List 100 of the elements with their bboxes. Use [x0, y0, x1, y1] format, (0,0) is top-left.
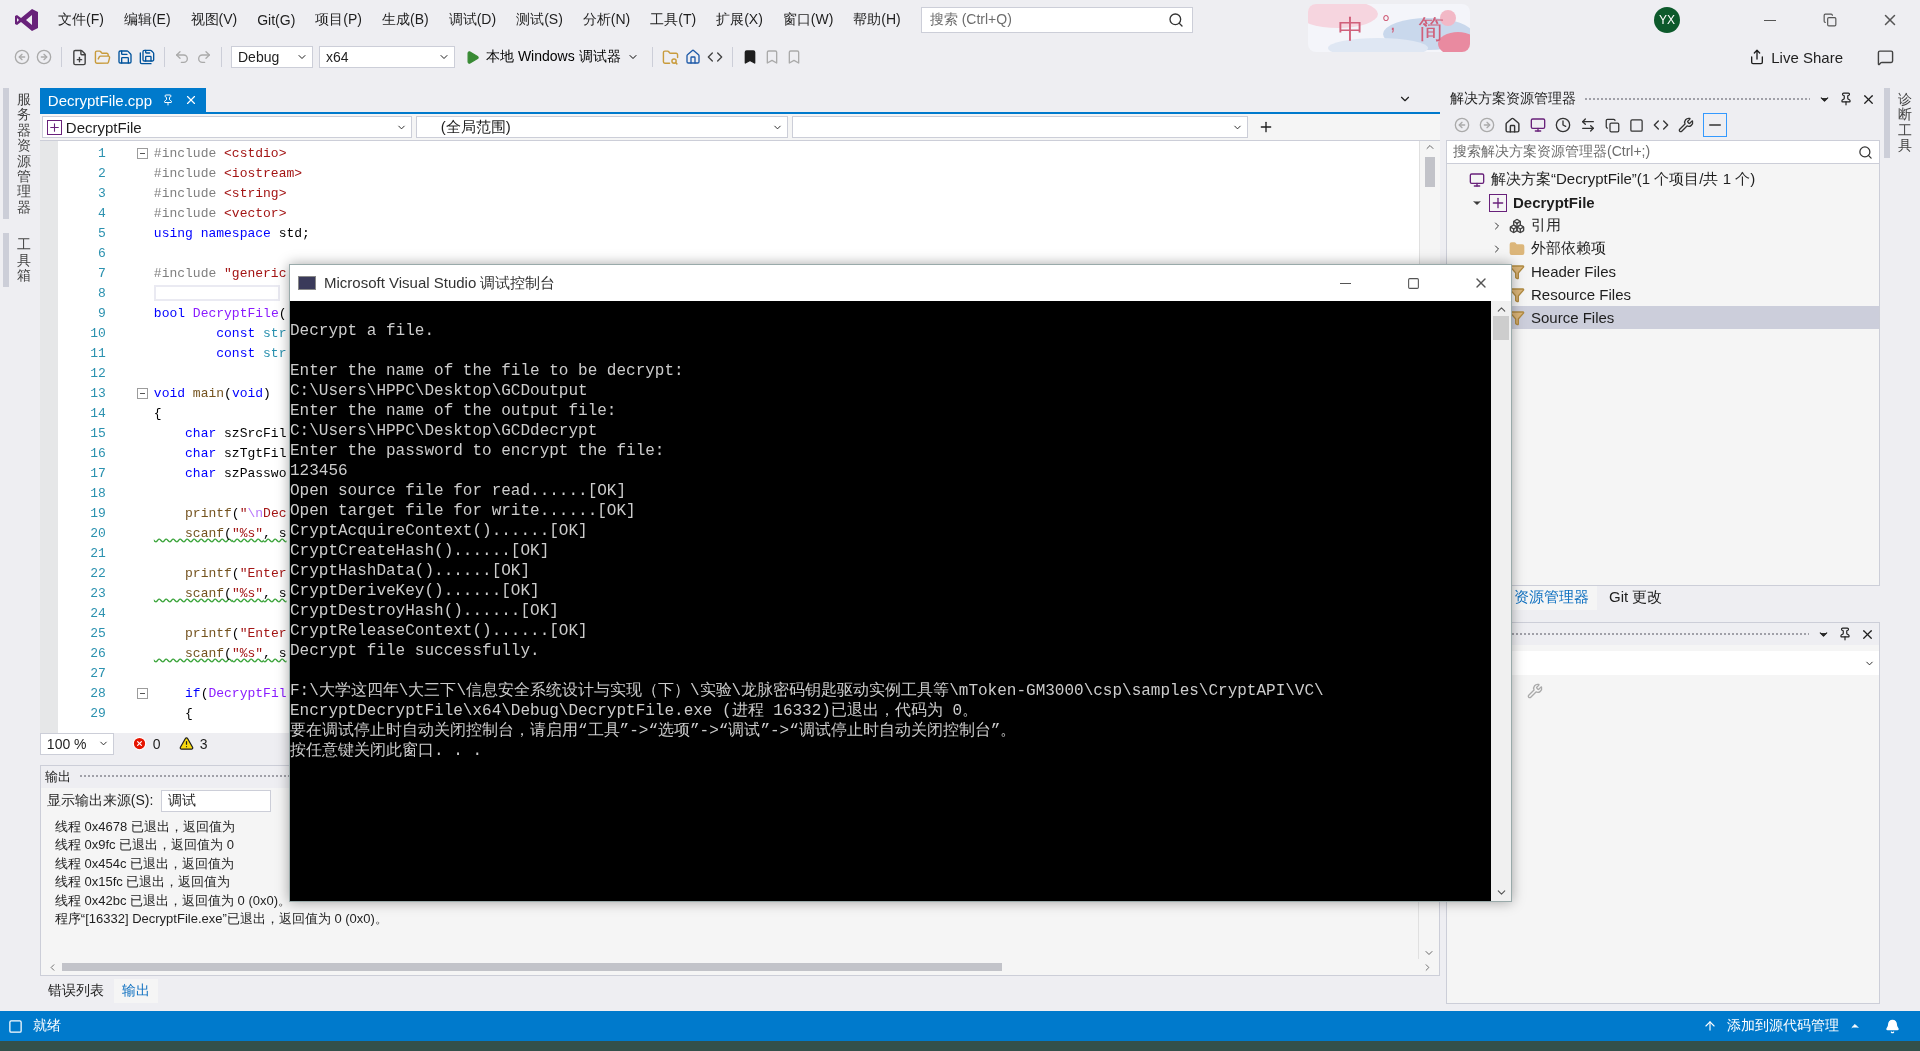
line-number: 9: [97, 305, 106, 321]
warning-count[interactable]: 3: [178, 735, 208, 752]
code-line: printf("Enter: [184, 565, 287, 581]
scroll-thumb[interactable]: [1425, 157, 1435, 187]
output-source-dropdown[interactable]: 调试: [161, 789, 272, 812]
code-line: #include "generic: [152, 265, 287, 281]
menu-item[interactable]: 项目(P): [305, 11, 372, 29]
tree-item[interactable]: 引用: [1447, 214, 1880, 237]
status-icon: [8, 1018, 23, 1034]
menu-item[interactable]: 编辑(E): [113, 11, 181, 29]
new-file-icon[interactable]: [71, 48, 88, 66]
console-line: CryptDestroyHash()......[OK]: [290, 601, 560, 621]
menu-item[interactable]: 生成(B): [372, 11, 439, 29]
warning-icon: [178, 736, 194, 752]
source-control-button[interactable]: 添加到源代码管理: [1727, 1017, 1839, 1035]
scroll-thumb[interactable]: [61, 963, 1002, 972]
line-number: 8: [97, 285, 106, 301]
menu-item[interactable]: 工具(T): [640, 11, 707, 29]
collapse-icon[interactable]: [136, 147, 148, 159]
console-line: C:\Users\HPPC\Desktop\GCDoutput: [290, 381, 589, 401]
menu-item[interactable]: 窗口(W): [772, 11, 844, 29]
scope-dropdown[interactable]: (全局范围): [415, 116, 788, 138]
code-line: if(DecryptFil: [184, 685, 287, 701]
preview-toggle-icon[interactable]: [1703, 113, 1727, 137]
platform-dropdown[interactable]: x64: [319, 46, 455, 68]
menu-item[interactable]: Git(G): [247, 12, 306, 28]
menu-item[interactable]: 调试(D): [438, 11, 507, 29]
home-icon[interactable]: [684, 49, 701, 65]
tree-item[interactable]: DecryptFile: [1447, 191, 1880, 214]
console-line: CryptReleaseContext()......[OK]: [290, 621, 589, 641]
console-line: Open source file for read......[OK]: [290, 481, 628, 501]
panel-tab[interactable]: Git 更改: [1601, 586, 1671, 610]
menu-item[interactable]: 测试(S): [506, 11, 573, 29]
tree-item[interactable]: 解决方案“DecryptFile”(1 个项目/共 1 个): [1447, 168, 1880, 191]
console-line: Open target file for write......[OK]: [290, 501, 637, 521]
save-all-icon[interactable]: [139, 49, 155, 65]
menu-item[interactable]: 扩展(X): [706, 11, 773, 29]
line-number: 7: [97, 265, 106, 281]
collapse-icon[interactable]: [136, 387, 148, 399]
history-icon[interactable]: [1555, 117, 1571, 133]
code-line: bool DecryptFile(: [152, 305, 287, 321]
tree-item[interactable]: 外部依赖项: [1447, 237, 1880, 260]
code-icon[interactable]: [706, 49, 723, 65]
code-line: #include <vector>: [152, 205, 287, 221]
collapse-icon[interactable]: [136, 687, 148, 699]
punctuation-mode-text: °,: [1382, 12, 1396, 35]
console-line: 按任意键关闭此窗口. . .: [290, 741, 483, 761]
filter-folder-icon: [1509, 263, 1525, 280]
zoom-dropdown[interactable]: 100 %: [39, 732, 114, 755]
sync-icon[interactable]: [1580, 117, 1596, 133]
code-line: const str: [215, 345, 287, 361]
output-line: 线程 0x9fc 已退出，返回值为 0: [54, 836, 235, 855]
collapse-all-icon[interactable]: [1605, 117, 1620, 133]
restore-icon: [1823, 13, 1837, 27]
search-field[interactable]: 搜索解决方案资源管理器(Ctrl+;): [1446, 140, 1881, 164]
account-avatar[interactable]: YX: [1654, 7, 1680, 33]
line-number: 21: [89, 545, 106, 561]
code-line: using namespace std;: [152, 225, 310, 241]
filter-folder-icon: [1509, 286, 1525, 303]
output-line: 线程 0x454c 已退出，返回值为: [54, 854, 235, 873]
tree-item[interactable]: Resource Files: [1447, 283, 1880, 306]
save-icon[interactable]: [117, 49, 133, 65]
notification-icon[interactable]: [1885, 1018, 1900, 1034]
line-number: 6: [97, 245, 106, 261]
pin-icon[interactable]: [1838, 627, 1853, 641]
code-line: {: [152, 405, 162, 421]
scroll-thumb[interactable]: [1493, 316, 1509, 340]
console-line: CryptHashData()......[OK]: [290, 561, 532, 581]
line-number: 26: [89, 645, 106, 661]
line-number: 17: [89, 465, 106, 481]
panel-tab[interactable]: 输出: [113, 979, 158, 1004]
menu-item[interactable]: 文件(F): [48, 11, 114, 29]
console-line: CryptDeriveKey()......[OK]: [290, 581, 541, 601]
live-share-button[interactable]: Live Share: [1743, 47, 1849, 67]
filter-folder-icon: [1509, 309, 1525, 326]
show-files-icon[interactable]: [1629, 117, 1644, 133]
home-icon[interactable]: [1504, 116, 1521, 134]
menu-item[interactable]: 帮助(H): [843, 11, 911, 29]
project-dropdown[interactable]: DecryptFile: [41, 116, 412, 138]
console-line: CryptCreateHash()......[OK]: [290, 541, 551, 561]
panel-tab[interactable]: 错误列表: [39, 979, 112, 1004]
line-number: 29: [89, 705, 106, 721]
project-icon: [1489, 193, 1507, 212]
code-icon[interactable]: [1653, 117, 1669, 133]
scrollbar[interactable]: [1491, 301, 1511, 901]
script-mode-text: 简: [1418, 13, 1444, 46]
search-field[interactable]: 搜索 (Ctrl+Q): [920, 7, 1193, 33]
start-debugging-button[interactable]: 本地 Windows 调试器: [461, 48, 643, 66]
configuration-dropdown[interactable]: Debug: [231, 46, 313, 68]
pin-icon[interactable]: [1839, 92, 1854, 106]
error-count[interactable]: 0: [131, 735, 161, 752]
console-line: Enter the name of the file to be decrypt:: [290, 361, 685, 381]
solution-icon[interactable]: [1530, 117, 1546, 133]
tree-item[interactable]: Header Files: [1447, 260, 1880, 283]
line-number: 16: [89, 445, 106, 461]
menu-item[interactable]: 视图(V): [180, 11, 248, 29]
line-number: 13: [89, 385, 106, 401]
wrench-icon[interactable]: [1678, 117, 1694, 133]
feedback-icon[interactable]: [1877, 48, 1894, 66]
menu-item[interactable]: 分析(N): [572, 11, 641, 29]
